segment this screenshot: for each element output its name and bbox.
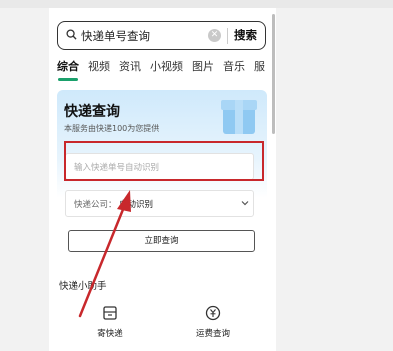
courier-company-select[interactable]: 快递公司： 自动识别 — [65, 190, 254, 217]
search-button[interactable]: 搜索 — [234, 27, 257, 43]
package-box-icon — [221, 100, 257, 134]
tab-music[interactable]: 音乐 — [223, 58, 245, 74]
scrollbar[interactable] — [272, 14, 275, 134]
active-tab-indicator — [58, 78, 78, 81]
send-express-label: 寄快递 — [97, 329, 123, 339]
clear-icon[interactable]: ✕ — [208, 29, 221, 42]
top-strip — [0, 0, 393, 8]
freight-query-label: 运费查询 — [195, 329, 230, 339]
tab-short-video[interactable]: 小视频 — [150, 58, 183, 74]
freight-query-item[interactable]: 运费查询 — [183, 304, 243, 339]
search-icon — [66, 29, 77, 40]
tab-service[interactable]: 服 — [254, 58, 265, 74]
courier-label: 快递公司： — [74, 200, 117, 210]
yen-coin-icon — [205, 305, 221, 321]
chevron-down-icon — [241, 201, 249, 206]
card-subtitle: 本服务由快递100为您提供 — [64, 124, 160, 133]
search-bar[interactable]: 快递单号查询 ✕ 搜索 — [57, 21, 266, 50]
mail-box-icon — [103, 306, 117, 320]
phone-screen: 快递单号查询 ✕ 搜索 综合 视频 资讯 小视频 图片 音乐服 快递查询 本服务由快递10… — [49, 8, 276, 351]
search-divider — [227, 28, 228, 44]
card-title: 快递查询 — [64, 104, 120, 120]
input-highlight-box — [64, 141, 264, 181]
helper-section-title: 快递小助手 — [59, 281, 107, 292]
tab-images[interactable]: 图片 — [192, 58, 214, 74]
category-tabs: 综合 视频 资讯 小视频 图片 音乐服 — [57, 58, 274, 78]
search-input[interactable]: 快递单号查询 — [81, 28, 150, 44]
send-express-item[interactable]: 寄快递 — [80, 304, 140, 339]
tab-all[interactable]: 综合 — [57, 58, 79, 74]
query-now-button[interactable]: 立即查询 — [68, 230, 255, 252]
tab-video[interactable]: 视频 — [88, 58, 110, 74]
tab-news[interactable]: 资讯 — [119, 58, 141, 74]
courier-value: 自动识别 — [119, 200, 154, 210]
